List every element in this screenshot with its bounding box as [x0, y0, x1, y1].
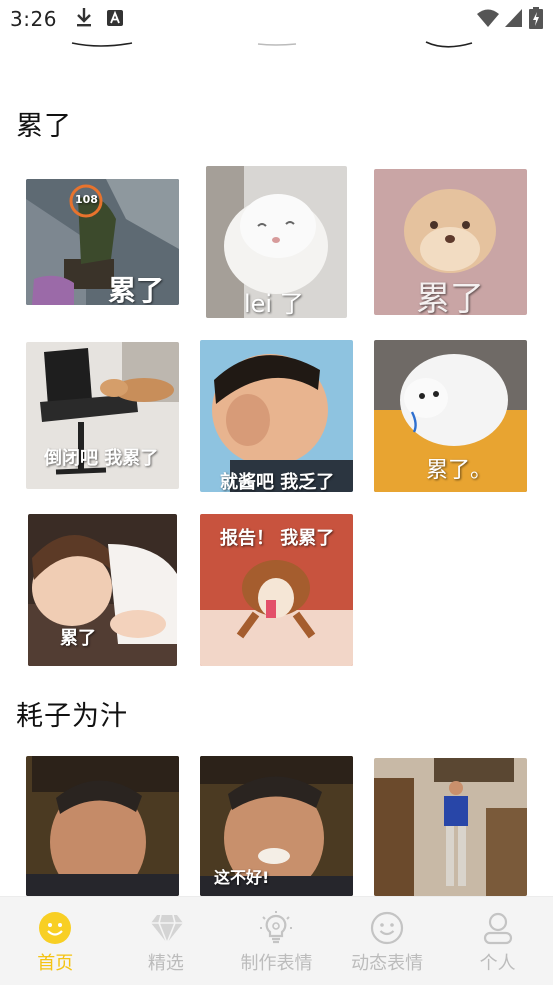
signal-icon	[505, 8, 523, 33]
tab-animated[interactable]: 动态表情	[332, 897, 443, 985]
sticker-badge: 108	[75, 193, 98, 206]
sticker-tired-7[interactable]: 累了	[28, 514, 177, 666]
sticker-tired-3[interactable]: 累了	[374, 169, 527, 315]
tab-animated-label: 动态表情	[351, 953, 424, 974]
tab-home[interactable]: 首页	[0, 897, 111, 985]
sticker-tired-1[interactable]: 108 累了	[26, 179, 179, 305]
tab-featured[interactable]: 精选	[111, 897, 222, 985]
wifi-icon	[477, 8, 499, 33]
sticker-caption: 累了	[108, 274, 165, 305]
sticker-haozi-3[interactable]	[374, 758, 527, 896]
battery-charging-icon	[529, 7, 543, 34]
tab-profile-label: 个人	[479, 953, 516, 974]
sticker-tired-5[interactable]: 就酱吧 我乏了	[200, 340, 353, 492]
sticker-haozi-2[interactable]: 这不好!	[200, 756, 353, 896]
sticker-tired-6[interactable]: 累了。	[374, 340, 527, 492]
lightbulb-icon	[259, 911, 293, 945]
sticker-caption: 这不好!	[214, 868, 270, 887]
tab-home-label: 首页	[37, 953, 74, 974]
status-time: 3:26	[10, 7, 57, 31]
tab-profile[interactable]: 个人	[442, 897, 553, 985]
person-icon	[481, 911, 515, 945]
sticker-caption: lei 了	[244, 290, 304, 318]
download-icon	[75, 7, 93, 32]
previous-row-cutoff	[0, 38, 553, 50]
sticker-caption: 累了	[60, 628, 96, 649]
tab-make-sticker-label: 制作表情	[240, 953, 313, 974]
sticker-tired-2[interactable]: lei 了	[206, 166, 347, 318]
sticker-caption: 累了	[416, 279, 484, 315]
section-title-haozi: 耗子为汁	[16, 701, 128, 732]
sticker-caption: 累了。	[426, 458, 493, 483]
diamond-icon	[149, 911, 183, 946]
status-bar: 3:26	[0, 0, 553, 38]
sticker-caption: 报告！ 我累了	[220, 528, 335, 549]
section-title-tired: 累了	[16, 111, 72, 142]
text-a-icon	[106, 7, 123, 31]
smile-outline-icon	[370, 911, 404, 945]
smiley-face-icon	[38, 911, 72, 945]
sticker-caption: 倒闭吧 我累了	[44, 448, 159, 469]
bottom-tab-bar: 首页 精选 制作表情 动态表情 个人	[0, 896, 553, 985]
sticker-haozi-1[interactable]	[26, 756, 179, 896]
sticker-tired-4[interactable]: 倒闭吧 我累了	[26, 342, 179, 489]
tab-make-sticker[interactable]: 制作表情	[221, 897, 332, 985]
tab-featured-label: 精选	[147, 953, 184, 974]
sticker-tired-8[interactable]: 报告！ 我累了	[200, 514, 353, 666]
sticker-caption: 就酱吧 我乏了	[220, 472, 335, 492]
